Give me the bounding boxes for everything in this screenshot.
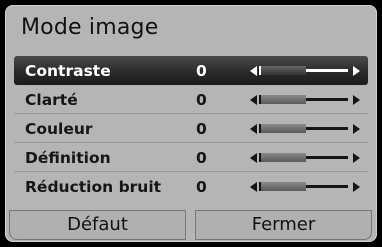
arrow-right-icon[interactable]: [353, 153, 360, 163]
setting-slider[interactable]: [250, 94, 360, 105]
setting-row-contraste[interactable]: Contraste 0: [14, 56, 368, 85]
setting-label: Clarté: [25, 91, 78, 109]
dialog-title: Mode image: [21, 15, 159, 40]
setting-value: 0: [196, 178, 207, 196]
setting-label: Réduction bruit: [25, 178, 162, 196]
setting-slider[interactable]: [250, 65, 360, 76]
slider-fill: [259, 124, 306, 133]
setting-value: 0: [196, 120, 207, 138]
setting-value: 0: [196, 91, 207, 109]
setting-label: Couleur: [25, 120, 93, 138]
setting-value: 0: [196, 149, 207, 167]
picture-mode-dialog: Mode image Contraste 0 Clarté 0 Couleur: [5, 5, 377, 242]
setting-slider[interactable]: [250, 181, 360, 192]
arrow-left-icon[interactable]: [250, 182, 257, 192]
arrow-left-icon[interactable]: [250, 153, 257, 163]
arrow-right-icon[interactable]: [353, 182, 360, 192]
setting-slider[interactable]: [250, 123, 360, 134]
setting-row-clarte[interactable]: Clarté 0: [14, 85, 368, 114]
slider-fill: [259, 66, 306, 75]
slider-fill: [259, 182, 306, 191]
arrow-right-icon[interactable]: [353, 124, 360, 134]
arrow-right-icon[interactable]: [353, 95, 360, 105]
arrow-left-icon[interactable]: [250, 124, 257, 134]
setting-row-definition[interactable]: Définition 0: [14, 143, 368, 172]
arrow-left-icon[interactable]: [250, 95, 257, 105]
settings-list: Contraste 0 Clarté 0 Couleur 0 Définitio…: [14, 56, 368, 201]
slider-fill: [259, 153, 306, 162]
default-button[interactable]: Défaut: [9, 210, 186, 240]
setting-value: 0: [196, 62, 207, 80]
setting-row-reduction-bruit[interactable]: Réduction bruit 0: [14, 172, 368, 201]
setting-slider[interactable]: [250, 152, 360, 163]
setting-label: Définition: [25, 149, 111, 167]
close-button[interactable]: Fermer: [195, 210, 372, 240]
arrow-left-icon[interactable]: [250, 66, 257, 76]
slider-fill: [259, 95, 306, 104]
arrow-right-icon[interactable]: [353, 66, 360, 76]
setting-row-couleur[interactable]: Couleur 0: [14, 114, 368, 143]
setting-label: Contraste: [25, 62, 111, 80]
